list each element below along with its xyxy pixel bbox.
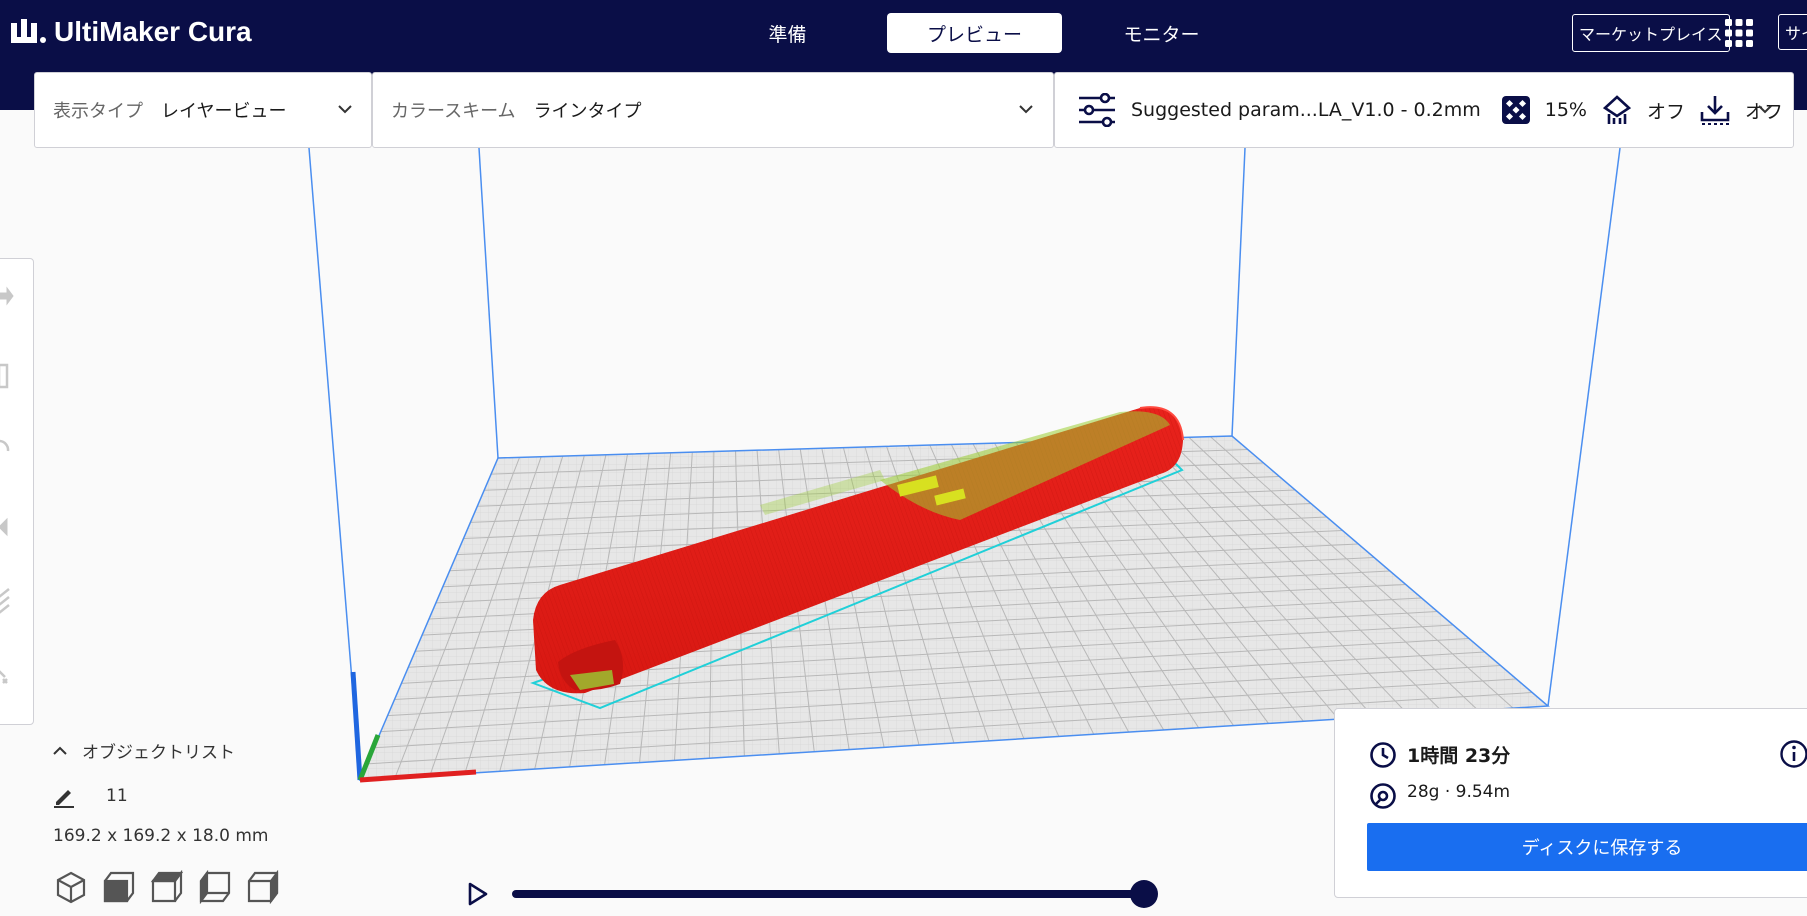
- tab-prepare[interactable]: 準備: [700, 13, 875, 53]
- material-usage: 28g · 9.54m: [1407, 782, 1511, 802]
- chevron-down-icon: [1758, 105, 1772, 114]
- spool-icon: [1370, 783, 1396, 809]
- left-tool-panel: [0, 258, 34, 725]
- clock-icon: [1370, 742, 1396, 768]
- move-tool-icon[interactable]: [0, 286, 14, 306]
- per-model-settings-icon[interactable]: [0, 588, 10, 614]
- marketplace-button[interactable]: マーケットプレイス: [1572, 14, 1730, 52]
- app-logo: UltiMaker Cura: [10, 16, 252, 48]
- left-view-icon[interactable]: [198, 870, 232, 904]
- infill-icon: [1501, 96, 1530, 124]
- color-scheme-value: ラインタイプ: [533, 101, 642, 122]
- apps-grid-icon[interactable]: [1723, 17, 1755, 53]
- color-scheme-selector[interactable]: カラースキーム ラインタイプ: [372, 72, 1054, 148]
- chevron-down-icon: [338, 105, 352, 114]
- print-info-panel: 1時間 23分 28g · 9.54m ディスクに保存する: [1334, 708, 1807, 898]
- tab-preview[interactable]: プレビュー: [887, 13, 1062, 53]
- object-name-row[interactable]: 11: [52, 784, 128, 808]
- info-icon[interactable]: [1779, 739, 1807, 769]
- support-blocker-icon[interactable]: [0, 670, 8, 684]
- 3d-view-icon[interactable]: [54, 870, 88, 904]
- object-list-title: オブジェクトリスト: [82, 743, 235, 763]
- right-view-icon[interactable]: [246, 870, 280, 904]
- save-to-disk-button[interactable]: ディスクに保存する: [1367, 823, 1807, 871]
- color-scheme-label: カラースキーム: [391, 101, 516, 122]
- view-type-value: レイヤービュー: [161, 101, 287, 122]
- object-list-header[interactable]: オブジェクトリスト: [52, 738, 235, 763]
- chevron-down-icon: [1019, 105, 1033, 114]
- support-value: オフ: [1646, 100, 1685, 123]
- app-name: UltiMaker Cura: [54, 16, 252, 47]
- signin-button[interactable]: サイ: [1778, 14, 1807, 50]
- sliders-icon: [1079, 93, 1115, 127]
- camera-view-buttons: [54, 870, 280, 904]
- layer-slider-track[interactable]: [512, 890, 1144, 898]
- support-icon: [1602, 95, 1632, 124]
- layer-slider-handle[interactable]: [1130, 880, 1158, 908]
- adhesion-icon: [1700, 96, 1730, 125]
- view-type-label: 表示タイプ: [53, 101, 143, 122]
- view-type-selector[interactable]: 表示タイプ レイヤービュー: [34, 72, 372, 148]
- infill-value: 15%: [1544, 99, 1587, 121]
- print-setup-selector[interactable]: Suggested param...LA_V1.0 - 0.2mm 15% オフ…: [1054, 72, 1794, 148]
- play-icon[interactable]: [466, 881, 490, 907]
- front-view-icon[interactable]: [102, 870, 136, 904]
- object-name: 11: [106, 786, 128, 806]
- tab-monitor[interactable]: モニター: [1074, 13, 1249, 53]
- pencil-icon[interactable]: [52, 784, 76, 808]
- profile-name: Suggested param...LA_V1.0 - 0.2mm: [1131, 99, 1481, 121]
- chevron-up-icon: [53, 746, 67, 755]
- ultimaker-logo-icon: [11, 19, 46, 43]
- scale-tool-icon[interactable]: [0, 363, 9, 389]
- mirror-tool-icon[interactable]: [0, 517, 8, 537]
- object-dimensions: 169.2 x 169.2 x 18.0 mm: [53, 826, 269, 846]
- top-view-icon[interactable]: [150, 870, 184, 904]
- rotate-tool-icon[interactable]: [0, 439, 10, 452]
- stage-tabs: 準備 プレビュー モニター: [700, 13, 1261, 53]
- print-time: 1時間 23分: [1407, 745, 1511, 767]
